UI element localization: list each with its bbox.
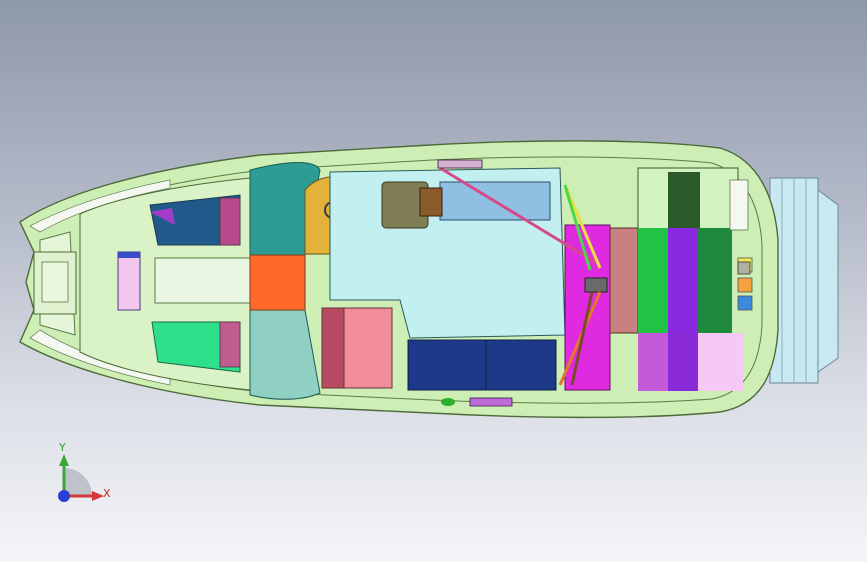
y-arrow-icon bbox=[59, 454, 69, 466]
axis-triad: Y X bbox=[40, 438, 120, 508]
y-axis-label: Y bbox=[59, 441, 66, 454]
port-seat-pink[interactable] bbox=[321, 307, 393, 389]
graphics-viewport[interactable] bbox=[0, 0, 867, 562]
x-axis-label: X bbox=[103, 487, 111, 500]
transom-fittings[interactable] bbox=[737, 257, 753, 311]
bow-walkway[interactable] bbox=[117, 251, 251, 311]
z-axis-icon bbox=[58, 490, 70, 502]
engine-hatch-latch[interactable] bbox=[584, 277, 608, 293]
port-seat-navy[interactable] bbox=[407, 339, 557, 391]
swim-platform[interactable] bbox=[769, 177, 839, 384]
